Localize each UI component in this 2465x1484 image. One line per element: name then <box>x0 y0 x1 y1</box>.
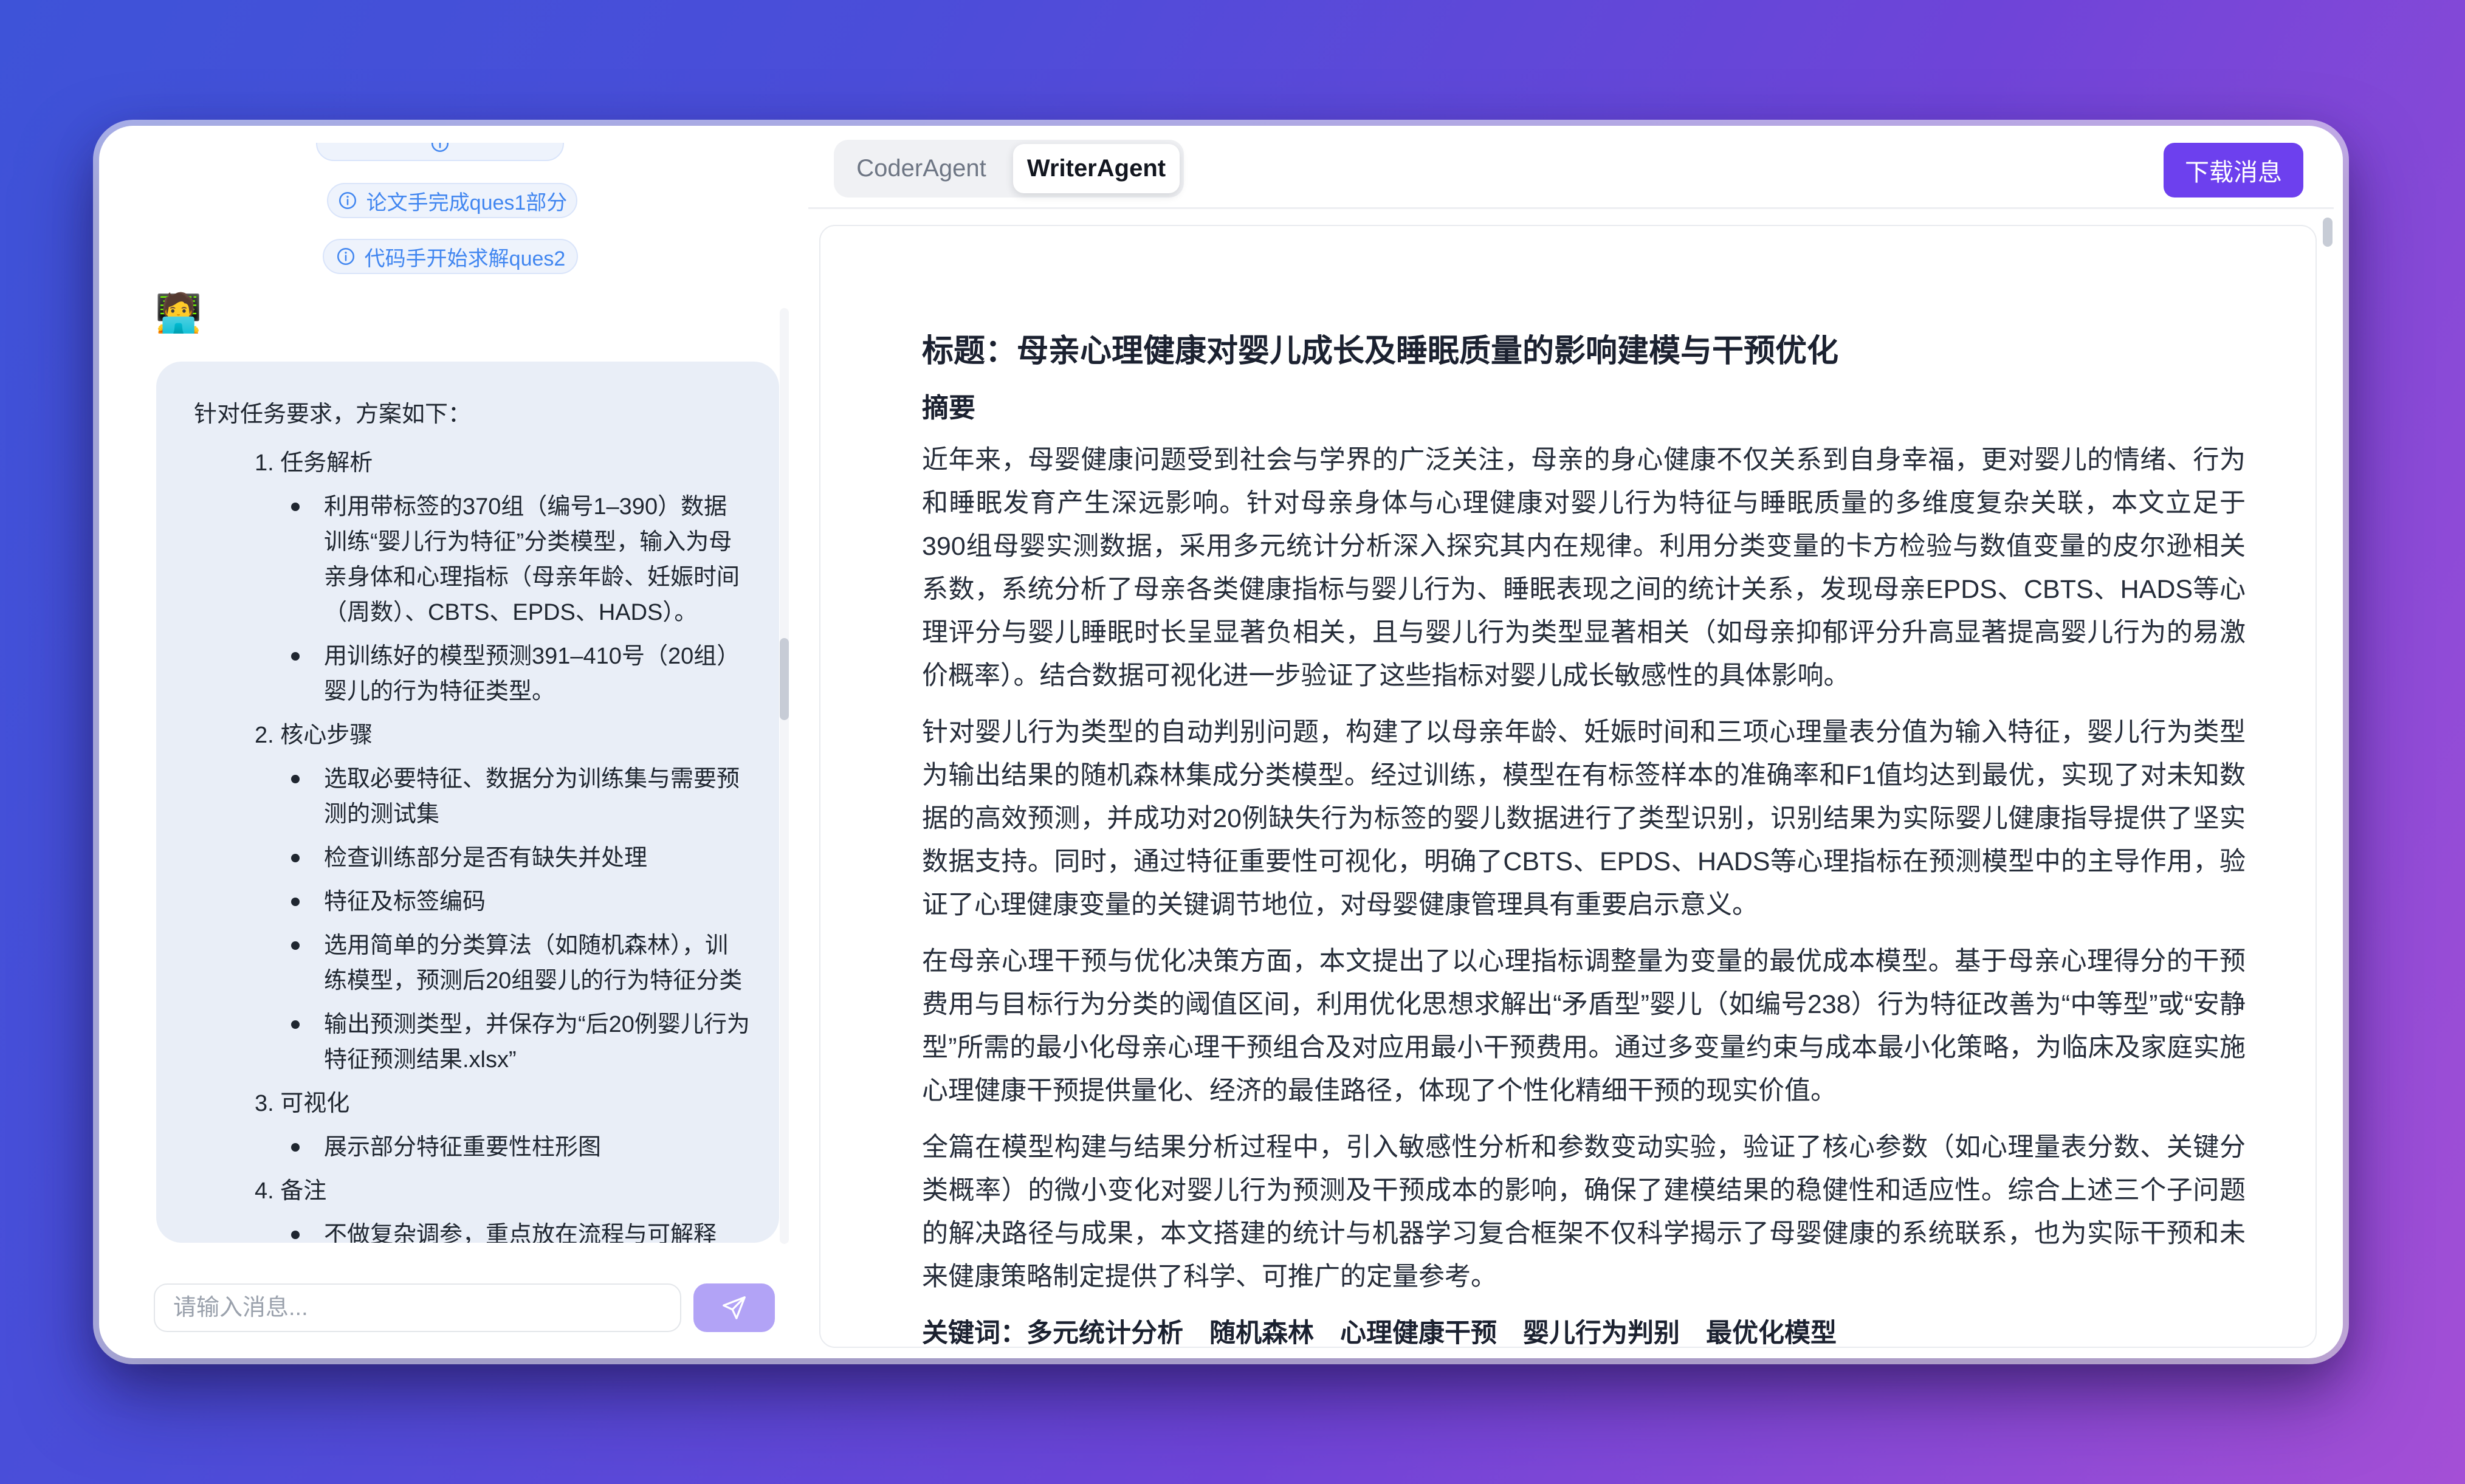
message-bullet-item: 检查训练部分是否有缺失并处理 <box>285 840 750 876</box>
status-chip-label: 代码手开始求解ques2 <box>365 242 566 272</box>
header-divider <box>808 207 2334 209</box>
message-bullet-item: 用训练好的模型预测391–410号（20组）婴儿的行为特征类型。 <box>285 639 750 709</box>
chat-scrollbar-track <box>780 308 789 1244</box>
status-chip-label: 论文手完成ques1部分 <box>366 186 568 216</box>
message-bullet-item: 利用带标签的370组（编号1–390）数据训练“婴儿行为特征”分类模型，输入为母… <box>285 489 750 630</box>
status-chip[interactable]: 代码手开始求解ques2 <box>323 239 578 274</box>
desktop-background: 论文手完成ques1部分 代码手开始求解ques2 🧑‍💻 针对任务要求，方案如… <box>0 0 2465 1484</box>
message-numbered-item: 2. 核心步骤 <box>255 718 750 753</box>
status-chip-partial[interactable] <box>316 143 564 161</box>
app-window: 论文手完成ques1部分 代码手开始求解ques2 🧑‍💻 针对任务要求，方案如… <box>99 126 2343 1358</box>
abstract-paragraph: 针对婴儿行为类型的自动判别问题，构建了以母亲年龄、妊娠时间和三项心理量表分值为输… <box>922 711 2246 927</box>
info-icon <box>335 246 356 267</box>
tab-writeragent[interactable]: WriterAgent <box>1013 144 1180 193</box>
message-bullet-item: 选取必要特征、数据分为训练集与需要预测的测试集 <box>285 761 750 832</box>
status-chip-clipped <box>316 143 564 163</box>
document-panel: 标题：母亲心理健康对婴儿成长及睡眠质量的影响建模与干预优化 摘要 近年来，母婴健… <box>819 225 2317 1348</box>
message-bullet-item: 不做复杂调参，重点放在流程与可解释性。 <box>285 1217 750 1243</box>
assistant-message-bubble: 针对任务要求，方案如下： 1. 任务解析 利用带标签的370组（编号1–390）… <box>156 362 779 1243</box>
abstract-paragraph: 全篇在模型构建与结果分析过程中，引入敏感性分析和参数变动实验，验证了核心参数（如… <box>922 1126 2246 1299</box>
abstract-label: 摘要 <box>922 389 2246 428</box>
status-chip[interactable]: 论文手完成ques1部分 <box>327 183 577 218</box>
message-bullet-item: 选用简单的分类算法（如随机森林），训练模型，预测后20组婴儿的行为特征分类 <box>285 928 750 998</box>
message-bullet-item: 特征及标签编码 <box>285 884 750 919</box>
keywords-line: 关键词：多元统计分析 随机森林 心理健康干预 婴儿行为判别 最优化模型 <box>922 1312 2246 1348</box>
abstract-paragraph: 在母亲心理干预与优化决策方面，本文提出了以心理指标调整量为变量的最优成本模型。基… <box>922 940 2246 1113</box>
message-numbered-item: 3. 可视化 <box>255 1086 750 1121</box>
abstract-paragraph: 近年来，母婴健康问题受到社会与学界的广泛关注，母亲的身心健康不仅关系到自身幸福，… <box>922 439 2246 698</box>
message-intro: 针对任务要求，方案如下： <box>194 397 750 432</box>
chat-panel: 论文手完成ques1部分 代码手开始求解ques2 🧑‍💻 针对任务要求，方案如… <box>99 126 819 1358</box>
message-numbered-item: 1. 任务解析 <box>255 445 750 481</box>
document-scrollbar-thumb[interactable] <box>2323 218 2333 247</box>
tab-coderagent[interactable]: CoderAgent <box>838 144 1005 193</box>
document-title: 标题：母亲心理健康对婴儿成长及睡眠质量的影响建模与干预优化 <box>922 329 2246 373</box>
paper-plane-icon <box>720 1294 748 1322</box>
message-input[interactable] <box>154 1283 681 1332</box>
message-bullet-item: 输出预测类型，并保存为“后20例婴儿行为特征预测结果.xlsx” <box>285 1007 750 1077</box>
download-messages-button[interactable]: 下载消息 <box>2164 143 2303 198</box>
info-icon <box>337 190 358 211</box>
info-icon <box>430 143 450 154</box>
message-input-row <box>154 1283 775 1332</box>
chat-scrollbar-thumb[interactable] <box>780 638 789 720</box>
agent-tabs: CoderAgent WriterAgent <box>834 140 1184 198</box>
message-bullet-item: 展示部分特征重要性柱形图 <box>285 1130 750 1165</box>
send-button[interactable] <box>693 1283 775 1332</box>
assistant-avatar: 🧑‍💻 <box>155 295 202 332</box>
message-numbered-item: 4. 备注 <box>255 1173 750 1209</box>
